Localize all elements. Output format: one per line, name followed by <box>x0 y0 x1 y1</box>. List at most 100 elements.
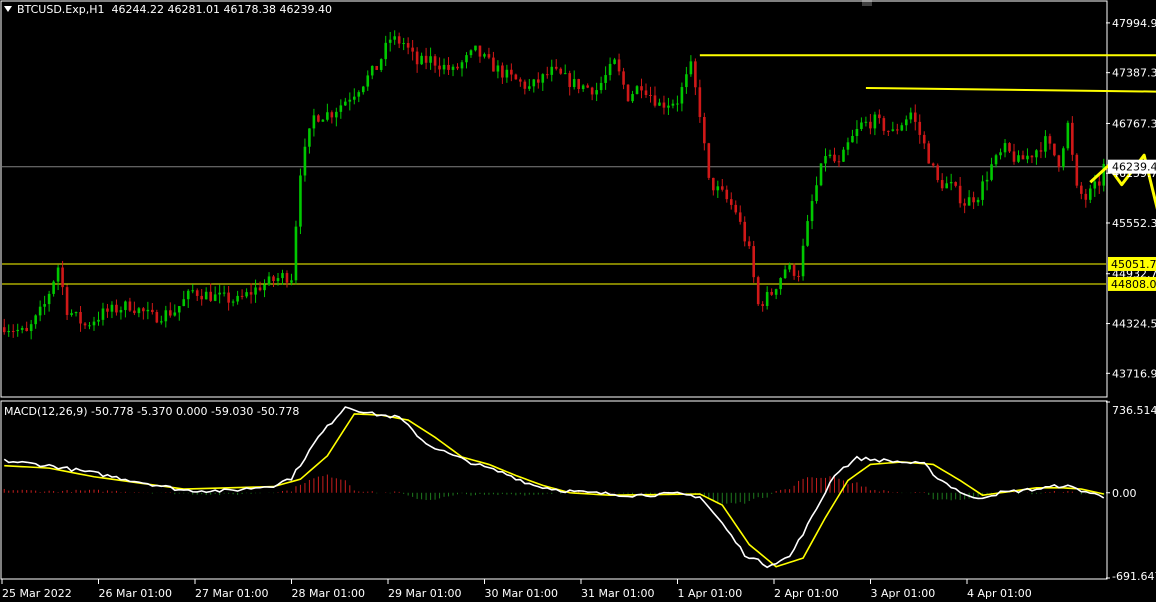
candle-body <box>294 226 298 281</box>
candle[interactable] <box>65 284 69 321</box>
candle-body <box>115 304 118 313</box>
candle-body <box>1071 122 1074 155</box>
candle-body <box>658 102 661 106</box>
candle-body <box>887 130 890 132</box>
candle-body <box>765 291 769 306</box>
candle-body <box>326 112 329 120</box>
candle-body <box>563 73 567 75</box>
candle[interactable] <box>635 85 639 95</box>
candle[interactable] <box>1062 146 1065 171</box>
candle-body <box>599 82 603 91</box>
candle-body <box>209 291 212 301</box>
candle-body <box>967 197 971 206</box>
candle[interactable] <box>752 240 756 283</box>
candle-body <box>559 68 563 74</box>
candle-body <box>801 245 805 277</box>
candle-body <box>1008 143 1011 152</box>
candle-body <box>1048 136 1052 144</box>
candle-body <box>469 50 473 56</box>
candle-body <box>550 66 554 75</box>
candle-body <box>438 65 441 70</box>
candle-body <box>604 75 607 83</box>
candle-body <box>254 287 257 295</box>
macd-axis-label-2: -691.647 <box>1112 570 1156 583</box>
candle-body <box>393 36 396 40</box>
candle-body <box>904 119 908 126</box>
candle-body <box>936 165 940 181</box>
candle-body <box>222 292 226 294</box>
candle-body <box>833 154 836 162</box>
candle-body <box>11 330 15 332</box>
candle[interactable] <box>936 163 940 183</box>
candle[interactable] <box>1053 143 1056 157</box>
candle[interactable] <box>1008 142 1011 153</box>
candle-body <box>707 143 711 178</box>
candle[interactable] <box>294 220 298 285</box>
candle[interactable] <box>819 163 823 187</box>
candle-body <box>344 101 347 106</box>
current-price-label: 46239.4 <box>1112 161 1156 174</box>
candle-body <box>160 321 163 323</box>
candle-body <box>312 115 316 129</box>
candle-body <box>855 128 859 137</box>
candle-body <box>352 96 356 100</box>
dropdown-triangle-icon[interactable] <box>4 6 12 12</box>
trading-chart[interactable]: 47994.947387.346767.346159.745552.344932… <box>0 0 1156 602</box>
candle-body <box>379 59 383 70</box>
candle-body <box>451 66 455 70</box>
candle-body <box>1053 143 1056 156</box>
candle-body <box>460 62 464 69</box>
candle-body <box>734 204 738 213</box>
candle-body <box>56 267 60 282</box>
candle-body <box>909 112 913 120</box>
time-axis-label-1: 26 Mar 01:00 <box>99 587 172 600</box>
candle[interactable] <box>317 114 320 123</box>
price-axis-label-2: 46767.3 <box>1112 117 1156 130</box>
candle-body <box>74 312 78 314</box>
candle-body <box>536 79 540 83</box>
price-axis-label-7: 43716.9 <box>1112 367 1156 380</box>
candle-body <box>43 304 46 307</box>
candle-body <box>1003 143 1007 153</box>
candle[interactable] <box>514 73 518 80</box>
candle-body <box>635 86 639 95</box>
candle-body <box>361 86 365 93</box>
candle[interactable] <box>707 142 711 180</box>
candle-body <box>330 112 334 118</box>
candle-body <box>631 94 634 102</box>
candle-body <box>119 310 123 313</box>
candle-body <box>384 42 388 60</box>
candle-body <box>653 95 657 106</box>
candle-body <box>783 269 787 279</box>
candle-body <box>375 65 379 70</box>
candle[interactable] <box>626 84 630 102</box>
candle[interactable] <box>756 275 760 307</box>
candle-body <box>1097 181 1101 186</box>
candle[interactable] <box>927 140 931 164</box>
candle-body <box>303 146 307 176</box>
macd-indicator-label: MACD(12,26,9) <box>4 405 88 418</box>
candle-body <box>851 136 854 143</box>
candle[interactable] <box>1066 120 1070 151</box>
candle-body <box>523 81 527 89</box>
candle-body <box>922 134 926 144</box>
candle-body <box>492 57 495 72</box>
candle-body <box>896 129 899 131</box>
price-axis-label-1: 47387.3 <box>1112 67 1156 80</box>
candle-body <box>321 119 325 122</box>
candle-body <box>873 114 877 129</box>
candle-body <box>478 45 482 57</box>
time-axis-label-0: 25 Mar 2022 <box>2 587 72 600</box>
candle[interactable] <box>299 168 302 235</box>
candle[interactable] <box>1075 153 1079 189</box>
candle-body <box>258 287 262 291</box>
candle-body <box>689 61 693 75</box>
candle-body <box>52 281 55 294</box>
candle-body <box>299 175 302 227</box>
time-axis-label-3: 28 Mar 01:00 <box>292 587 365 600</box>
candle[interactable] <box>375 65 379 71</box>
candle-body <box>860 122 863 129</box>
candle-body <box>155 312 159 323</box>
candle-body <box>671 103 675 106</box>
candle-body <box>263 284 266 291</box>
